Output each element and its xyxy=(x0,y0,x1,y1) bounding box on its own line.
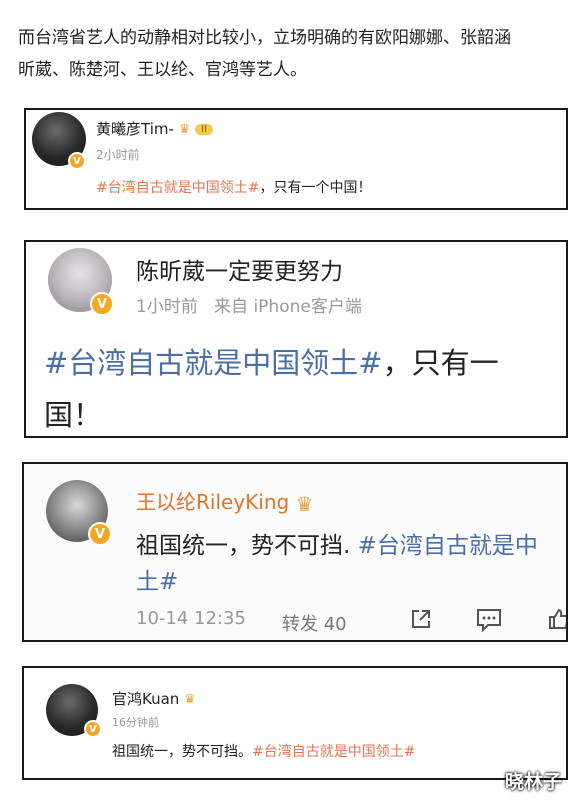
post-time[interactable]: 2小时前 xyxy=(96,146,140,163)
post-time[interactable]: 16分钟前 xyxy=(112,714,159,730)
repost-button[interactable]: 转发 40 xyxy=(282,610,347,636)
verified-badge-icon: V xyxy=(90,292,114,316)
author-name[interactable]: 黄曦彦Tim- xyxy=(96,120,174,138)
post-source: 来自 iPhone客户端 xyxy=(214,297,362,317)
post-text: ，只有一 xyxy=(382,346,499,380)
level-badge: II xyxy=(195,124,214,135)
post-text: 祖国统一，势不可挡。 xyxy=(112,744,252,760)
crown-icon: ♛ xyxy=(184,692,196,707)
weibo-post-card[interactable]: V 王以纶RileyKing ♛ 祖国统一，势不可挡. #台湾自古就是中 土# … xyxy=(22,462,568,642)
author-name[interactable]: 官鸿Kuan xyxy=(112,690,179,708)
like-icon[interactable] xyxy=(548,608,566,630)
post-time[interactable]: 10-14 12:35 xyxy=(136,608,246,629)
crown-icon: ♛ xyxy=(295,491,314,516)
crown-icon: ♛ xyxy=(178,122,191,137)
post-time[interactable]: 1小时前 xyxy=(136,297,198,317)
weibo-post-card[interactable]: V 陈昕葳一定要更努力 1小时前 来自 iPhone客户端 #台湾自古就是中国领… xyxy=(24,240,568,438)
comment-icon[interactable] xyxy=(476,608,502,633)
weibo-post-card[interactable]: V 官鸿Kuan ♛ 16分钟前 祖国统一，势不可挡。#台湾自古就是中国领土# xyxy=(22,666,568,780)
verified-badge-icon: V xyxy=(68,152,86,170)
verified-badge-icon: V xyxy=(84,720,102,738)
post-text: ，只有一个中国！ xyxy=(259,180,372,196)
hashtag-link[interactable]: #台湾自古就是中 xyxy=(358,533,538,559)
author-name[interactable]: 陈昕葳一定要更努力 xyxy=(136,252,343,286)
watermark-text: 晓林子 xyxy=(504,771,562,793)
hashtag-link[interactable]: #台湾自古就是中国领土# xyxy=(252,744,415,760)
verified-badge-icon: V xyxy=(88,522,112,546)
hashtag-link[interactable]: #台湾自古就是中国领土# xyxy=(44,346,383,380)
weibo-post-card[interactable]: V 黄曦彦Tim- ♛ II 2小时前 #台湾自古就是中国领土#，只有一个中国！ xyxy=(24,108,568,210)
hashtag-link-continued[interactable]: 土# xyxy=(136,562,178,596)
author-name[interactable]: 王以纶RileyKing xyxy=(136,490,289,514)
post-text-line2: 国！ xyxy=(44,398,103,432)
hashtag-link[interactable]: #台湾自古就是中国领土# xyxy=(96,180,259,196)
article-intro-text: 而台湾省艺人的动静相对比较小，立场明确的有欧阳娜娜、张韶涵 昕葳、陈楚河、王以纶… xyxy=(18,28,511,80)
post-text: 祖国统一，势不可挡. xyxy=(136,533,358,559)
share-icon[interactable] xyxy=(410,608,432,630)
